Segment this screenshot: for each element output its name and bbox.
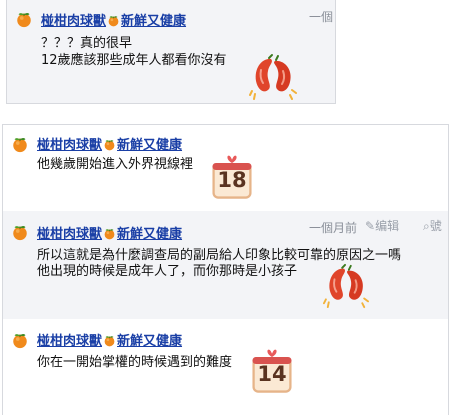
author-link[interactable]: 椪柑肉球獸 新鮮又健康 — [37, 330, 182, 349]
tangerine-icon — [107, 14, 120, 27]
tangerine-icon — [103, 334, 116, 347]
author-link[interactable]: 椪柑肉球獸 新鮮又健康 — [37, 223, 182, 242]
comment-item: 椪柑肉球獸 新鮮又健康 一個 ？？？真的很早 12歲應該那些成年人都看你沒有 — [6, 0, 336, 104]
edit-button[interactable]: ✎编辑 — [365, 217, 399, 234]
comment-text-line: 他出現的時候是成年人了，而你那時是小孩子 — [37, 264, 298, 279]
comment-text-line: 他幾歲開始進入外界視線裡 — [37, 157, 194, 172]
tangerine-avatar-icon[interactable] — [11, 223, 29, 241]
comment-item: 椪柑肉球獸 新鮮又健康 你在一開始掌權的時候遇到的難度 14 — [2, 319, 449, 415]
calendar-14-sticker: 14 — [249, 349, 295, 395]
chili-peppers-sticker — [323, 263, 369, 309]
author-link[interactable]: 椪柑肉球獸 新鮮又健康 — [41, 10, 186, 29]
tangerine-icon — [103, 227, 116, 240]
comment-text-line: ？？？真的很早 — [41, 36, 133, 51]
comment-text-line: 你在一開始掌權的時候遇到的難度 — [37, 355, 233, 370]
timestamp: 一個 — [308, 10, 333, 24]
tangerine-avatar-icon[interactable] — [11, 331, 29, 349]
calendar-18-sticker: 18 — [209, 155, 255, 201]
more-button[interactable]: ⌕號 — [423, 217, 442, 234]
calendar-day-number: 18 — [217, 168, 247, 192]
comment-text-line: 12歲應該那些成年人都看你沒有 — [41, 53, 227, 68]
comment-item: 椪柑肉球獸 新鮮又健康 他幾歲開始進入外界視線裡 18 — [2, 124, 449, 211]
timestamp: 一個月前 — [309, 221, 358, 235]
author-link[interactable]: 椪柑肉球獸 新鮮又健康 — [37, 134, 182, 153]
tangerine-icon — [103, 138, 116, 151]
comment-item: 椪柑肉球獸 新鮮又健康 一個月前 ✎编辑 ⌕號 所以這就是為什麼調查局的副局給人印… — [2, 211, 449, 319]
edit-icon: ✎ — [365, 219, 376, 233]
search-icon: ⌕ — [423, 219, 430, 233]
chili-peppers-sticker — [249, 53, 297, 101]
tangerine-avatar-icon[interactable] — [11, 135, 29, 153]
calendar-day-number: 14 — [257, 362, 287, 386]
tangerine-avatar-icon[interactable] — [15, 10, 33, 28]
